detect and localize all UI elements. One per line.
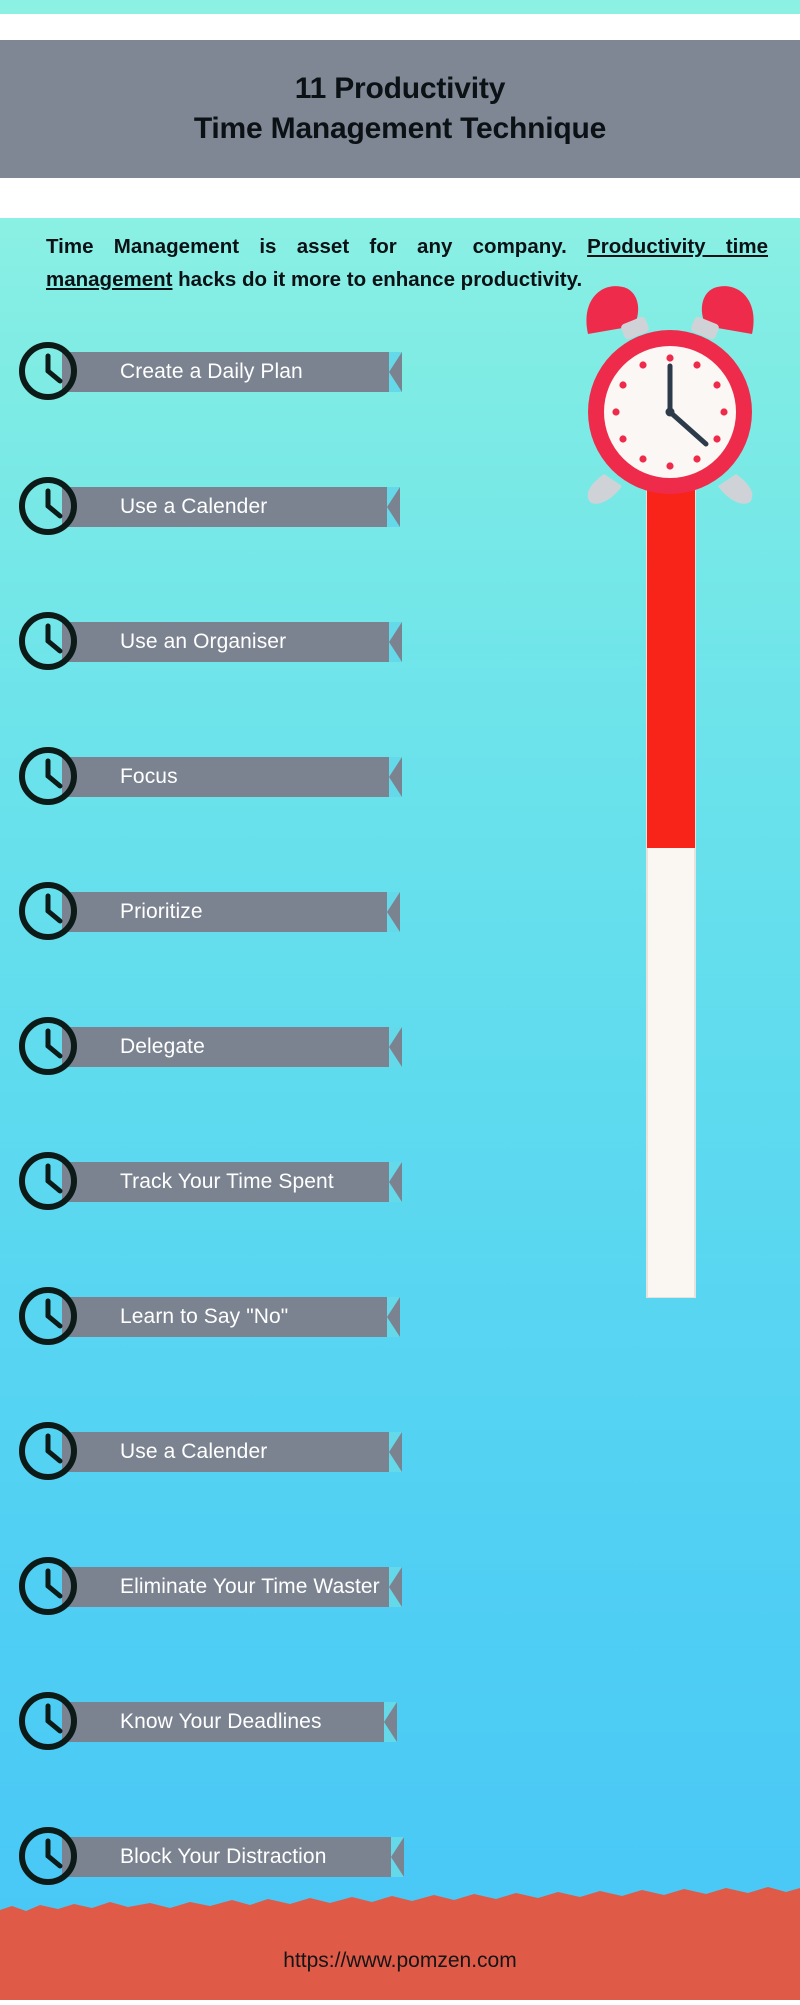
list-item-banner[interactable]: Know Your Deadlines: [62, 1702, 397, 1742]
clock-icon: [19, 1017, 77, 1075]
list-item-label: Know Your Deadlines: [120, 1710, 322, 1733]
list-item-banner[interactable]: Use a Calender: [62, 487, 400, 527]
list-item-content: Track Your Time Spent: [0, 1150, 520, 1214]
clock-icon: [19, 1152, 77, 1210]
intro-text-part1: Time Management is asset for any company…: [46, 235, 588, 258]
clock-icon: [19, 1287, 77, 1345]
list-item-content: Prioritize: [0, 880, 520, 944]
list-item-banner[interactable]: Eliminate Your Time Waster: [62, 1567, 402, 1607]
list-item-banner[interactable]: Create a Daily Plan: [62, 352, 402, 392]
list-item-content: Focus: [0, 745, 520, 809]
clock-icon: [19, 1422, 77, 1480]
footer-url[interactable]: https://www.pomzen.com: [0, 1949, 800, 1973]
header-banner: 11 Productivity Time Management Techniqu…: [0, 40, 800, 178]
footer-torn-band: [0, 1887, 800, 2000]
list-item-banner[interactable]: Use a Calender: [62, 1432, 402, 1472]
intro-text-part2: hacks do it more to enhance productivity…: [172, 268, 583, 292]
list-item-label: Use a Calender: [120, 1440, 268, 1463]
clock-icon: [19, 1692, 77, 1750]
clock-icon: [19, 1827, 77, 1885]
body-content: Time Management is asset for any company…: [0, 218, 800, 1918]
list-item-content: Eliminate Your Time Waster: [0, 1555, 520, 1619]
infographic-page: 11 Productivity Time Management Techniqu…: [0, 0, 800, 2000]
page-title-line1: 11 Productivity: [294, 72, 506, 106]
list-item-content: Use a Calender: [0, 1420, 520, 1484]
list-item-label: Create a Daily Plan: [120, 360, 303, 383]
list-item-label: Learn to Say "No": [120, 1305, 289, 1328]
clock-icon: [19, 882, 77, 940]
list-item-banner[interactable]: Prioritize: [62, 892, 400, 932]
list-item-banner[interactable]: Use an Organiser: [62, 622, 402, 662]
list-item[interactable]: Know Your Deadlines: [0, 1690, 800, 1825]
clock-icon: [19, 477, 77, 535]
list-item-banner[interactable]: Track Your Time Spent: [62, 1162, 402, 1202]
list-item-label: Use a Calender: [120, 495, 268, 518]
list-item-content: Delegate: [0, 1015, 520, 1079]
list-item-banner[interactable]: Focus: [62, 757, 402, 797]
list-item-content: Use a Calender: [0, 475, 520, 539]
list-item-banner[interactable]: Learn to Say "No": [62, 1297, 400, 1337]
list-item[interactable]: Use a Calender: [0, 1420, 800, 1555]
list-item-content: Know Your Deadlines: [0, 1690, 520, 1754]
list-item[interactable]: Eliminate Your Time Waster: [0, 1555, 800, 1690]
clock-icon: [19, 1557, 77, 1615]
list-item[interactable]: Learn to Say "No": [0, 1285, 800, 1420]
list-item-label: Track Your Time Spent: [120, 1170, 334, 1193]
clock-icon: [19, 747, 77, 805]
top-accent-strip: [0, 0, 800, 14]
list-item-content: Create a Daily Plan: [0, 340, 520, 404]
list-item-label: Use an Organiser: [120, 630, 287, 653]
list-item-content: Learn to Say "No": [0, 1285, 520, 1349]
list-item-banner[interactable]: Block Your Distraction: [62, 1837, 404, 1877]
clock-icon: [19, 612, 77, 670]
alarm-clock-illustration: [586, 286, 754, 504]
clock-icon: [19, 342, 77, 400]
list-item-label: Focus: [120, 765, 178, 788]
list-item-label: Eliminate Your Time Waster: [120, 1575, 380, 1598]
list-item-label: Block Your Distraction: [120, 1845, 327, 1868]
header-white-gap: [0, 178, 800, 218]
list-item-label: Prioritize: [120, 900, 203, 923]
list-item-content: Use an Organiser: [0, 610, 520, 674]
thermometer-bar: [646, 468, 696, 1298]
page-title-line2: Time Management Technique: [193, 112, 607, 145]
list-item-label: Delegate: [120, 1035, 205, 1058]
list-item-banner[interactable]: Delegate: [62, 1027, 402, 1067]
footer: https://www.pomzen.com: [0, 1880, 800, 2000]
